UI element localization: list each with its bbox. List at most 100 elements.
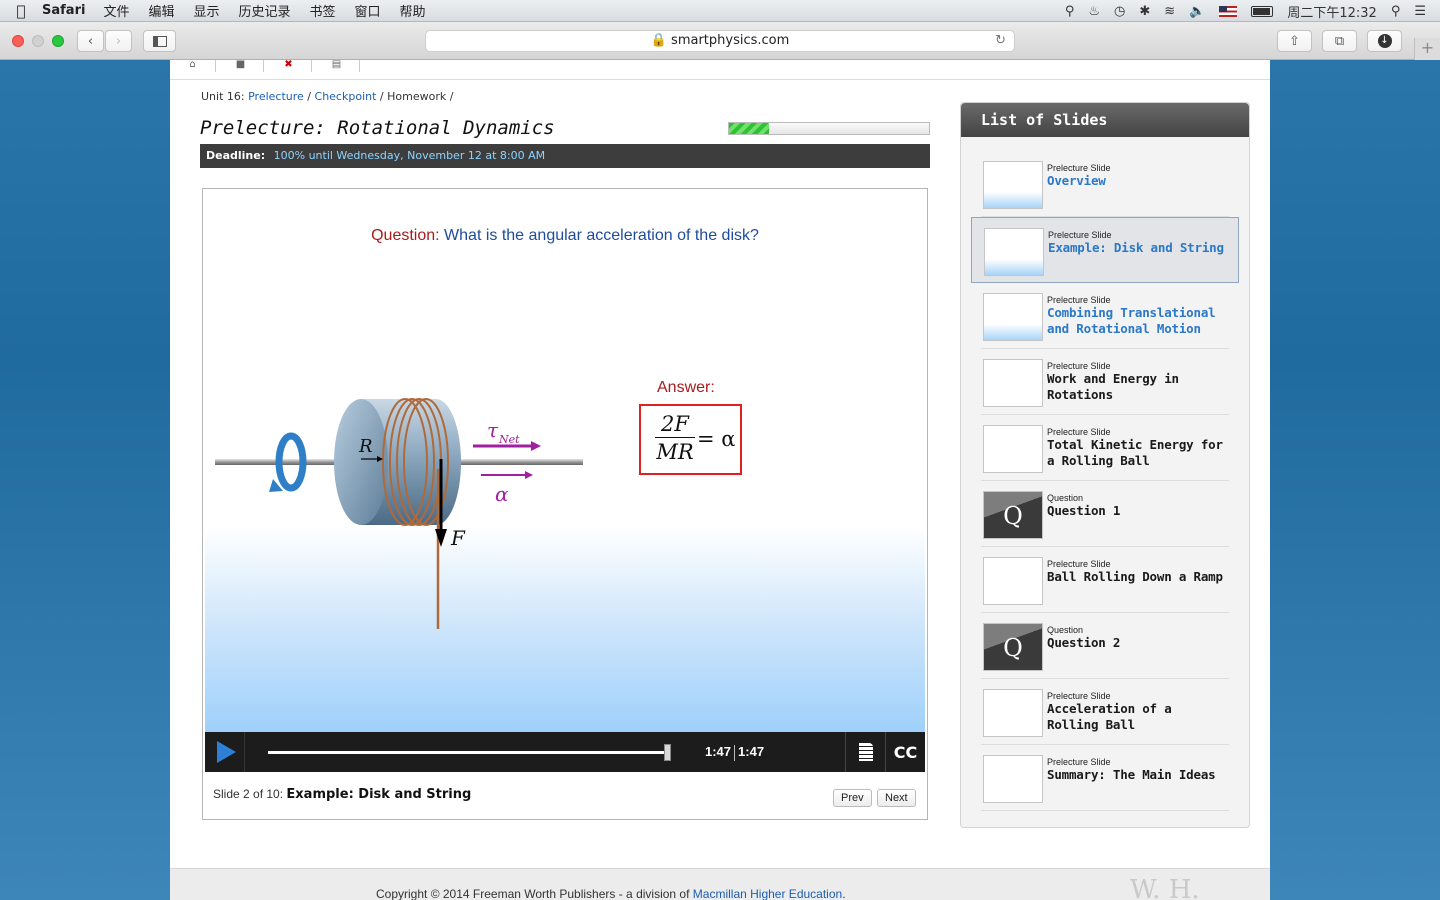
progress-fill bbox=[729, 123, 769, 134]
answer-rhs: = α bbox=[697, 427, 736, 451]
share-button[interactable]: ⇧ bbox=[1277, 30, 1312, 52]
book-tab-icon[interactable]: ▤ bbox=[314, 60, 360, 72]
deadline-value: 100% until Wednesday, November 12 at 8:0… bbox=[273, 149, 546, 162]
plus-icon: + bbox=[1420, 38, 1435, 57]
menu-help[interactable]: 帮助 bbox=[400, 1, 426, 20]
slide-list-item-question-2[interactable]: Q Question Question 2 bbox=[981, 613, 1229, 679]
slide-name: Acceleration of a Rolling Ball bbox=[1047, 701, 1172, 732]
search-status-icon[interactable]: ⚲ bbox=[1065, 4, 1075, 19]
app-menu-safari[interactable]: Safari bbox=[42, 3, 85, 18]
disk-and-string-diagram: R τ Net α F bbox=[215, 398, 583, 629]
forward-button[interactable]: › bbox=[105, 30, 132, 52]
slide-list-panel: List of Slides Prelecture Slide Overview … bbox=[960, 102, 1250, 828]
apple-menu-icon[interactable]:  bbox=[0, 2, 42, 20]
slide-list-item-overview[interactable]: Prelecture Slide Overview bbox=[981, 151, 1229, 217]
play-button[interactable] bbox=[205, 732, 245, 772]
notification-bell-icon[interactable]: ♨ bbox=[1088, 4, 1100, 19]
slide-list-item-acceleration-rolling-ball[interactable]: Prelecture Slide Acceleration of a Rollin… bbox=[981, 679, 1229, 745]
question-letter: Q bbox=[1003, 634, 1023, 662]
time-machine-icon[interactable]: ◷ bbox=[1114, 4, 1125, 19]
slide-kind: Prelecture Slide bbox=[1048, 230, 1112, 240]
copyright: Copyright © 2014 Freeman Worth Publisher… bbox=[376, 887, 846, 900]
document-icon bbox=[858, 743, 873, 761]
slide-count: Slide 2 of 10: bbox=[213, 787, 284, 801]
slide-canvas[interactable]: Question: What is the angular accelerati… bbox=[205, 191, 925, 732]
answer-label: Answer: bbox=[657, 379, 715, 396]
battery-icon[interactable] bbox=[1251, 5, 1274, 17]
slide-list-item-total-kinetic-energy[interactable]: Prelecture Slide Total Kinetic Energy for… bbox=[981, 415, 1229, 481]
slide-list-item-ball-rolling-down-ramp[interactable]: Prelecture Slide Ball Rolling Down a Ramp bbox=[981, 547, 1229, 613]
share-icon: ⇧ bbox=[1289, 33, 1300, 49]
browser-toolbar: ‹ › 🔒 smartphysics.com ↻ ⇧ ⧉ ↓ bbox=[0, 22, 1440, 60]
grades-tab-icon[interactable]: ■ bbox=[218, 60, 264, 72]
breadcrumb-prelecture-link[interactable]: Prelecture bbox=[248, 90, 304, 103]
sidebar-toggle-button[interactable] bbox=[143, 30, 176, 52]
page-footer: Copyright © 2014 Freeman Worth Publisher… bbox=[170, 868, 1270, 900]
slide-kind: Prelecture Slide bbox=[1047, 757, 1111, 767]
scrub-handle[interactable] bbox=[664, 744, 671, 761]
slide-list-item-combining-motion[interactable]: Prelecture Slide Combining Translational … bbox=[981, 283, 1229, 349]
minimize-window-button[interactable] bbox=[32, 35, 44, 47]
back-button[interactable]: ‹ bbox=[77, 30, 104, 52]
notification-center-icon[interactable]: ☰ bbox=[1414, 4, 1426, 19]
answer-numerator: 2F bbox=[655, 412, 695, 438]
breadcrumb-homework: Homework bbox=[387, 90, 447, 103]
slide-list-item-work-and-energy[interactable]: Prelecture Slide Work and Energy in Rotat… bbox=[981, 349, 1229, 415]
answer-fraction: 2F MR bbox=[655, 412, 695, 464]
slide-list-item-disk-and-string[interactable]: Prelecture Slide Example: Disk and String bbox=[971, 217, 1239, 283]
slide-kind: Prelecture Slide bbox=[1047, 295, 1111, 305]
closed-captions-button[interactable]: CC bbox=[885, 732, 925, 772]
tabs-overview-button[interactable]: ⧉ bbox=[1322, 30, 1357, 52]
close-window-button[interactable] bbox=[12, 35, 24, 47]
menu-view[interactable]: 显示 bbox=[193, 1, 219, 20]
radius-label: R bbox=[358, 436, 373, 457]
next-button[interactable]: Next bbox=[877, 789, 916, 807]
slide-list-item-summary[interactable]: Prelecture Slide Summary: The Main Ideas bbox=[981, 745, 1229, 811]
slide-player: Question: What is the angular accelerati… bbox=[202, 188, 928, 820]
home-tab-icon[interactable]: ⌂ bbox=[170, 60, 216, 72]
copyright-end: . bbox=[842, 887, 846, 900]
chevron-right-icon: › bbox=[115, 33, 122, 49]
bluetooth-icon[interactable]: ✱ bbox=[1139, 4, 1150, 19]
slide-name: Work and Energy in Rotations bbox=[1047, 371, 1179, 402]
slide-name: Question 1 bbox=[1047, 503, 1121, 518]
scrub-track[interactable] bbox=[268, 751, 671, 754]
zoom-window-button[interactable] bbox=[52, 35, 64, 47]
menu-file[interactable]: 文件 bbox=[103, 1, 129, 20]
menu-edit[interactable]: 编辑 bbox=[148, 1, 174, 20]
new-tab-button[interactable]: + bbox=[1414, 38, 1440, 60]
slide-name: Total Kinetic Energy for a Rolling Ball bbox=[1047, 437, 1223, 468]
reload-icon[interactable]: ↻ bbox=[995, 31, 1006, 51]
input-source-flag-icon[interactable] bbox=[1219, 5, 1238, 17]
breadcrumb-checkpoint-link[interactable]: Checkpoint bbox=[315, 90, 377, 103]
macmillan-link[interactable]: Macmillan Higher Education bbox=[693, 887, 842, 900]
transcript-button[interactable] bbox=[845, 732, 885, 772]
spotlight-icon[interactable]: ⚲ bbox=[1391, 4, 1401, 19]
tabs-icon: ⧉ bbox=[1334, 33, 1345, 49]
player-controls: 1:47 1:47 CC bbox=[205, 732, 925, 772]
volume-icon[interactable]: 🔈 bbox=[1189, 4, 1205, 19]
downloads-button[interactable]: ↓ bbox=[1367, 30, 1402, 52]
menu-window[interactable]: 窗口 bbox=[355, 1, 381, 20]
slide-list-item-question-1[interactable]: Q Question Question 1 bbox=[981, 481, 1229, 547]
slide-thumbnail bbox=[983, 425, 1043, 473]
disk-face bbox=[334, 399, 388, 525]
menu-clock[interactable]: 周二下午12:32 bbox=[1287, 2, 1376, 21]
wifi-icon[interactable]: ≋ bbox=[1164, 4, 1175, 19]
slide-name: Ball Rolling Down a Ramp bbox=[1047, 569, 1223, 584]
completion-progress-bar bbox=[728, 122, 930, 135]
menu-history[interactable]: 历史记录 bbox=[238, 1, 290, 20]
prev-button[interactable]: Prev bbox=[833, 789, 872, 807]
slide-kind: Prelecture Slide bbox=[1047, 427, 1111, 437]
menu-bookmarks[interactable]: 书签 bbox=[310, 1, 336, 20]
slide-kind: Question bbox=[1047, 493, 1084, 503]
breadcrumb: Unit 16: Prelecture / Checkpoint / Homew… bbox=[201, 90, 453, 103]
slide-thumbnail bbox=[984, 228, 1044, 276]
flag-tab-icon[interactable]: ✖ bbox=[266, 60, 312, 72]
address-bar[interactable]: 🔒 smartphysics.com ↻ bbox=[425, 30, 1015, 52]
alpha-label: α bbox=[495, 482, 509, 506]
time-display: 1:47 1:47 bbox=[705, 744, 764, 761]
answer-denominator: MR bbox=[656, 440, 694, 464]
slide-list-header: List of Slides bbox=[961, 103, 1249, 137]
slide-kind: Prelecture Slide bbox=[1047, 691, 1111, 701]
